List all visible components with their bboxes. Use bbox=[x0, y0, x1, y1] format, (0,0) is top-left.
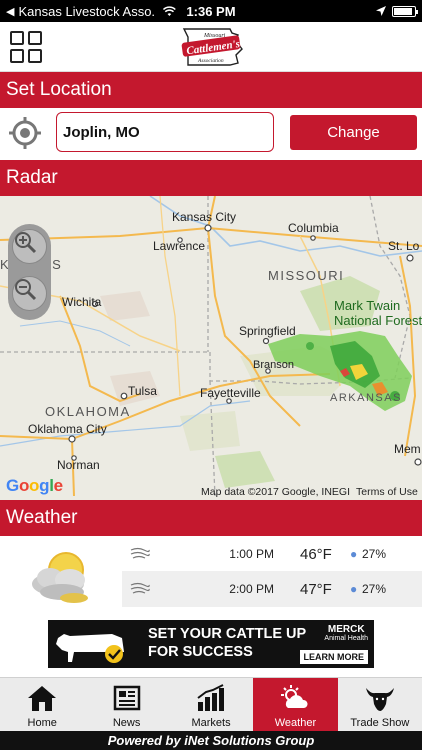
set-location-header: Set Location bbox=[0, 72, 422, 108]
map-graphics bbox=[0, 196, 422, 497]
tab-home[interactable]: Home bbox=[0, 678, 84, 731]
association-logo: Missouri Cattlemen's Association bbox=[181, 28, 243, 66]
weather-icon bbox=[281, 685, 308, 708]
tab-trade-show[interactable]: Trade Show bbox=[338, 678, 422, 731]
newspaper-icon bbox=[113, 685, 140, 711]
tab-label: Home bbox=[27, 717, 57, 729]
ad-tagline: SET YOUR CATTLE UP FOR SUCCESS bbox=[148, 626, 307, 660]
city-label: Kansas City bbox=[172, 210, 237, 224]
bottom-tab-bar: Home News Markets Weather Trade Show bbox=[0, 677, 422, 731]
forecast-temp: 46°F bbox=[300, 545, 332, 563]
change-location-button[interactable]: Change bbox=[290, 115, 417, 150]
hourly-forecast: 1:00 PM 46°F ● 27% 2:00 PM 47°F ● 27% bbox=[0, 535, 422, 610]
google-logo: Google bbox=[6, 476, 63, 495]
svg-text:Association: Association bbox=[197, 58, 224, 64]
wind-icon bbox=[122, 547, 180, 562]
raindrop-icon: ● bbox=[350, 547, 358, 561]
app-header: Missouri Cattlemen's Association bbox=[0, 22, 422, 72]
zoom-out-button[interactable] bbox=[12, 276, 47, 311]
location-input[interactable] bbox=[56, 112, 274, 152]
terms-link[interactable]: Terms of Use bbox=[356, 486, 418, 498]
radar-map[interactable]: Kansas City Lawrence Columbia St. Lo Wic… bbox=[0, 196, 422, 500]
merck-ad-banner[interactable]: SET YOUR CATTLE UP FOR SUCCESS MERCK Ani… bbox=[48, 620, 374, 668]
forecast-row: 1:00 PM 46°F ● 27% bbox=[122, 536, 422, 572]
tab-markets[interactable]: Markets bbox=[169, 678, 253, 731]
park-label: Mark Twain National Forest bbox=[334, 298, 422, 328]
home-icon bbox=[28, 686, 57, 711]
city-label: Oklahoma City bbox=[28, 422, 107, 436]
back-to-app-label[interactable]: Kansas Livestock Asso... bbox=[18, 4, 155, 19]
city-label: Lawrence bbox=[153, 239, 206, 253]
tab-news[interactable]: News bbox=[84, 678, 168, 731]
state-label: ARKANSAS bbox=[330, 392, 402, 404]
tab-label: Weather bbox=[274, 717, 317, 729]
tab-label: News bbox=[112, 717, 141, 729]
wifi-icon bbox=[163, 5, 176, 16]
weather-header: Weather bbox=[0, 500, 422, 536]
raindrop-icon: ● bbox=[350, 582, 358, 596]
battery-icon bbox=[392, 5, 418, 17]
current-location-icon[interactable] bbox=[9, 117, 41, 149]
forecast-time: 2:00 PM bbox=[229, 582, 274, 596]
city-label: Tulsa bbox=[128, 384, 157, 398]
tab-label: Markets bbox=[191, 717, 231, 729]
location-row: Change bbox=[0, 108, 422, 160]
grid-menu-icon[interactable] bbox=[10, 31, 42, 63]
merck-logo: MERCK Animal Health bbox=[324, 624, 368, 642]
back-arrow-icon[interactable]: ◀ bbox=[6, 5, 14, 18]
bar-chart-icon bbox=[197, 684, 225, 711]
city-label: St. Lo bbox=[388, 239, 420, 253]
tab-label: Trade Show bbox=[350, 717, 410, 729]
zoom-control bbox=[8, 224, 51, 320]
city-label: Norman bbox=[57, 458, 100, 472]
forecast-precip: 27% bbox=[362, 547, 387, 561]
city-label: Wichita bbox=[62, 295, 102, 309]
radar-header: Radar bbox=[0, 160, 422, 196]
powered-by-footer: Powered by iNet Solutions Group bbox=[0, 731, 422, 750]
forecast-precip: 27% bbox=[362, 582, 387, 596]
map-attribution: Map data ©2017 Google, INEGI bbox=[201, 486, 350, 498]
city-label: Fayetteville bbox=[200, 386, 261, 400]
state-label: MISSOURI bbox=[268, 268, 345, 283]
cow-image bbox=[56, 634, 124, 663]
zoom-out-icon bbox=[15, 279, 37, 301]
location-arrow-icon bbox=[376, 6, 386, 16]
forecast-temp: 47°F bbox=[300, 580, 332, 598]
zoom-in-button[interactable] bbox=[12, 229, 47, 264]
city-label: Mem bbox=[394, 442, 421, 456]
city-label: Columbia bbox=[288, 221, 339, 235]
state-label: OKLAHOMA bbox=[45, 404, 131, 419]
zoom-in-icon bbox=[15, 232, 37, 254]
wind-icon bbox=[122, 582, 180, 597]
tab-weather[interactable]: Weather bbox=[253, 678, 338, 731]
learn-more-button[interactable]: LEARN MORE bbox=[299, 650, 368, 664]
city-label: Springfield bbox=[239, 324, 296, 338]
forecast-time: 1:00 PM bbox=[229, 547, 274, 561]
bull-icon bbox=[365, 688, 394, 711]
city-label: Branson bbox=[253, 359, 294, 371]
status-bar: ◀ Kansas Livestock Asso... 1:36 PM bbox=[0, 0, 422, 22]
forecast-row: 2:00 PM 47°F ● 27% bbox=[122, 571, 422, 607]
